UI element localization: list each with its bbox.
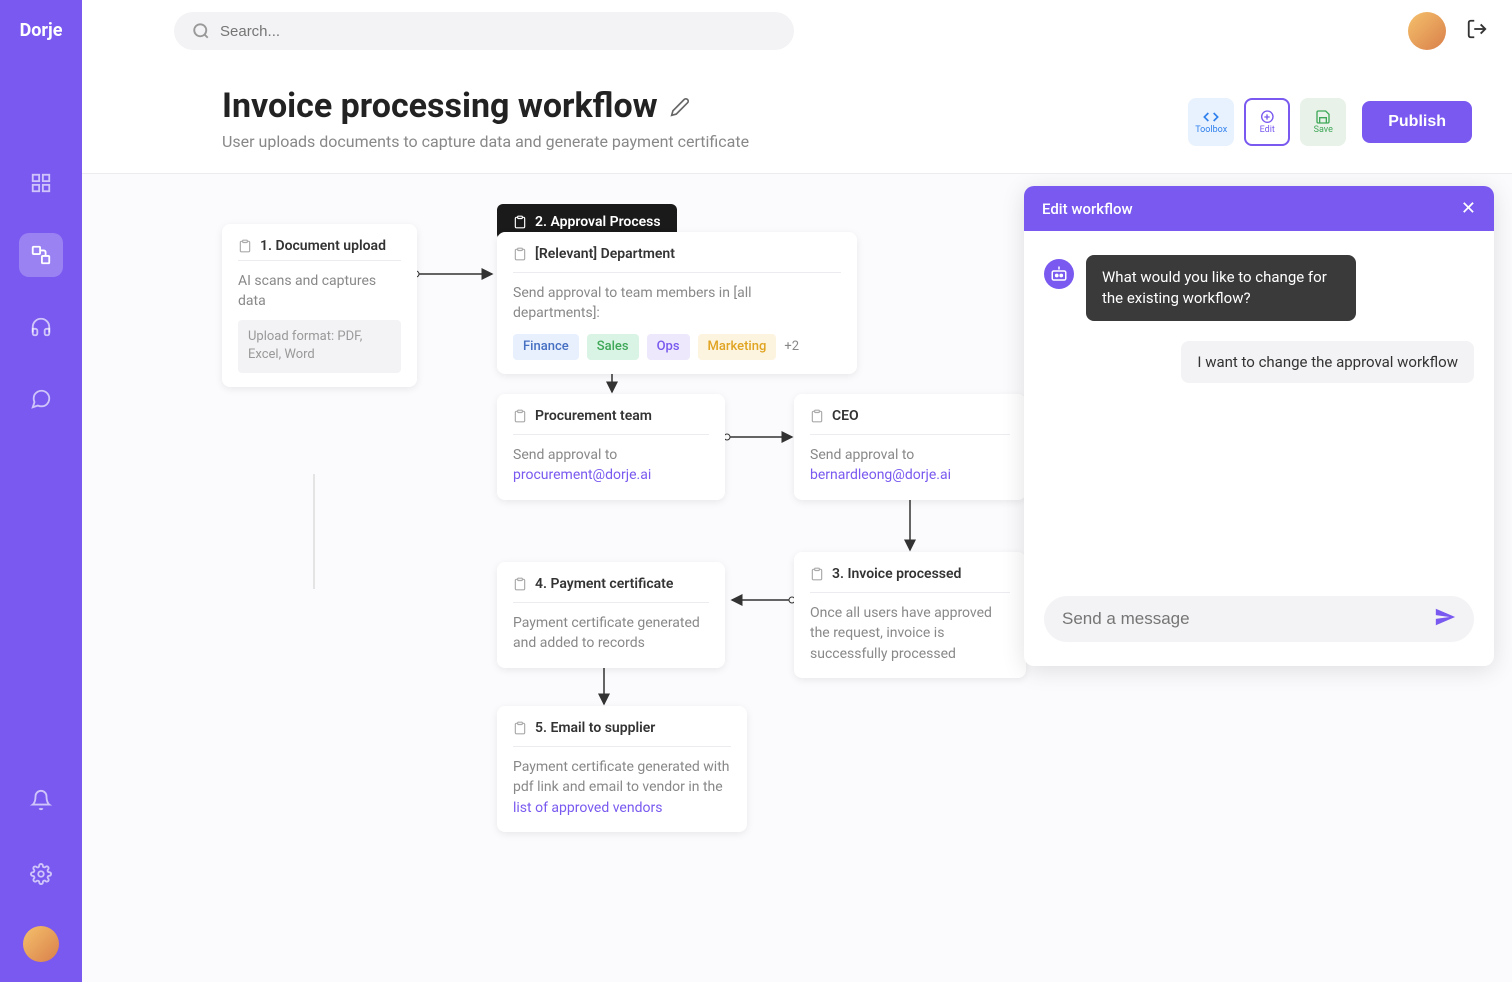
tag-more[interactable]: +2 (784, 338, 799, 357)
topbar (82, 0, 1512, 62)
dashboard-icon[interactable] (19, 161, 63, 205)
node-invoice-processed[interactable]: 3. Invoice processed Once all users have… (794, 552, 1026, 678)
search-box[interactable] (174, 12, 794, 50)
upload-format: Upload format: PDF, Excel, Word (238, 320, 401, 374)
vendor-list-link[interactable]: list of approved vendors (513, 800, 662, 816)
search-input[interactable] (220, 23, 776, 40)
page-subtitle: User uploads documents to capture data a… (222, 132, 1188, 151)
chat-header: Edit workflow ✕ (1024, 186, 1494, 231)
node-procurement[interactable]: Procurement team Send approval to procur… (497, 394, 725, 500)
page-title: Invoice processing workflow (222, 86, 658, 126)
user-message: I want to change the approval workflow (1181, 341, 1474, 383)
bot-message: What would you like to change for the ex… (1086, 255, 1356, 321)
sidebar: Dorje (0, 0, 82, 982)
toolbox-button[interactable]: Toolbox (1188, 98, 1234, 146)
tag-sales[interactable]: Sales (587, 334, 639, 361)
node-payment-certificate[interactable]: 4. Payment certificate Payment certifica… (497, 562, 725, 668)
node-email-supplier[interactable]: 5. Email to supplier Payment certificate… (497, 706, 747, 832)
chat-close-icon[interactable]: ✕ (1461, 198, 1476, 219)
edit-title-icon[interactable] (670, 86, 690, 126)
user-avatar[interactable] (1408, 12, 1446, 50)
ceo-email[interactable]: bernardleong@dorje.ai (810, 467, 951, 483)
clipboard-icon (810, 567, 824, 581)
chat-icon[interactable] (19, 377, 63, 421)
brand-logo: Dorje (20, 20, 63, 41)
workflow-icon[interactable] (19, 233, 63, 277)
tag-finance[interactable]: Finance (513, 334, 579, 361)
settings-icon[interactable] (19, 852, 63, 896)
clipboard-icon (513, 577, 527, 591)
bot-avatar-icon (1044, 259, 1074, 289)
clipboard-icon (810, 409, 824, 423)
publish-button[interactable]: Publish (1362, 101, 1472, 143)
page-header: Invoice processing workflow User uploads… (82, 62, 1512, 174)
logout-icon[interactable] (1466, 18, 1488, 44)
chat-input[interactable] (1062, 609, 1434, 629)
tag-ops[interactable]: Ops (647, 334, 690, 361)
clipboard-icon (513, 721, 527, 735)
clipboard-icon (513, 247, 527, 261)
clipboard-icon (238, 239, 252, 253)
workflow-canvas[interactable]: 1. Document upload AI scans and captures… (82, 174, 1512, 982)
chat-panel: Edit workflow ✕ What would you like to c… (1024, 186, 1494, 666)
sidebar-avatar[interactable] (23, 926, 59, 962)
chat-input-box[interactable] (1044, 596, 1474, 642)
save-button[interactable]: Save (1300, 98, 1346, 146)
clipboard-icon (513, 215, 527, 229)
clipboard-icon (513, 409, 527, 423)
tag-marketing[interactable]: Marketing (698, 334, 777, 361)
edit-button[interactable]: Edit (1244, 98, 1290, 146)
bell-icon[interactable] (19, 778, 63, 822)
search-icon (192, 22, 210, 40)
node-department[interactable]: [Relevant] Department Send approval to t… (497, 232, 857, 374)
node-document-upload[interactable]: 1. Document upload AI scans and captures… (222, 224, 417, 387)
send-icon[interactable] (1434, 606, 1456, 632)
support-icon[interactable] (19, 305, 63, 349)
node-ceo[interactable]: CEO Send approval to bernardleong@dorje.… (794, 394, 1026, 500)
procurement-email[interactable]: procurement@dorje.ai (513, 467, 651, 483)
